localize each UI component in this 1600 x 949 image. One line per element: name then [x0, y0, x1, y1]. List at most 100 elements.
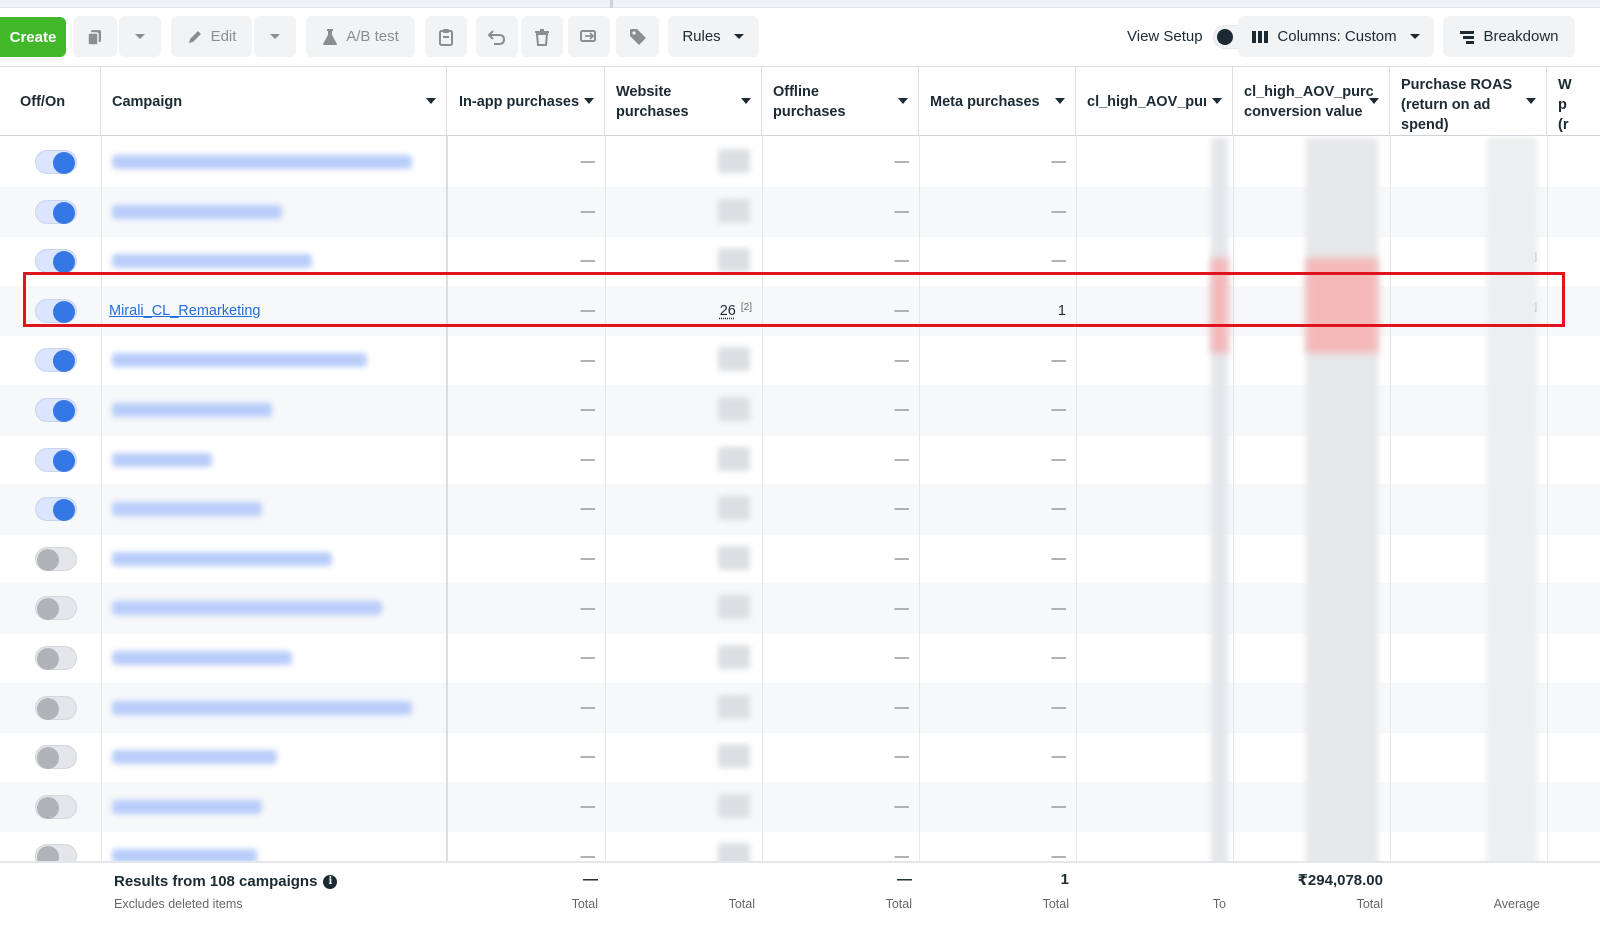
breakdown-icon [1460, 30, 1475, 44]
column-header-website-purchases[interactable]: Website purchases [605, 67, 762, 136]
blurred-campaign-link[interactable] [112, 700, 412, 715]
sort-caret-icon[interactable] [741, 98, 751, 104]
duplicate-button[interactable] [73, 16, 117, 57]
meta-cell: — [1051, 650, 1067, 667]
offline-cell: — [894, 699, 910, 716]
offline-cell: — [894, 551, 910, 568]
inapp-cell: — [580, 154, 596, 171]
blurred-campaign-link[interactable] [112, 601, 382, 616]
undo-button[interactable] [476, 16, 518, 57]
toggle-knob [37, 548, 59, 571]
meta-cell: — [1051, 600, 1067, 617]
chevron-down-icon [135, 33, 145, 39]
horizontal-scrollbar[interactable] [0, 0, 1600, 8]
blurred-campaign-link[interactable] [112, 254, 312, 269]
inapp-cell: — [580, 699, 596, 716]
blurred-value [718, 545, 750, 570]
blurred-campaign-link[interactable] [112, 651, 292, 665]
footer-website: Total [728, 897, 755, 911]
inapp-cell: — [580, 303, 596, 320]
campaign-toggle[interactable] [35, 695, 77, 720]
column-header-truncated[interactable]: W p (r [1547, 67, 1600, 136]
column-header-offline-purchases[interactable]: Offline purchases [762, 67, 919, 136]
edit-dropdown-button[interactable] [254, 16, 296, 57]
campaign-toggle[interactable] [35, 398, 77, 422]
info-icon[interactable]: i [323, 874, 338, 889]
blurred-campaign-link[interactable] [112, 353, 367, 368]
blurred-campaign-link[interactable] [112, 502, 262, 517]
blurred-campaign-link[interactable] [112, 155, 412, 169]
sort-caret-icon[interactable] [1526, 98, 1536, 104]
inapp-cell: — [580, 749, 596, 766]
campaign-toggle[interactable] [35, 596, 77, 621]
meta-cell: — [1051, 253, 1067, 270]
duplicate-dropdown-button[interactable] [119, 16, 161, 57]
sort-caret-icon[interactable] [584, 98, 594, 104]
duplicate-icon [87, 29, 101, 46]
inapp-cell: — [580, 203, 596, 220]
campaign-toggle[interactable] [35, 298, 77, 323]
view-setup: View Setup [1127, 16, 1255, 57]
offline-cell: — [894, 253, 910, 270]
column-header-inapp-purchases[interactable]: In-app purchases [448, 67, 605, 136]
campaign-toggle[interactable] [35, 646, 77, 670]
edit-label: Edit [210, 28, 237, 45]
rules-label: Rules [682, 28, 721, 45]
blurred-campaign-link[interactable] [112, 204, 282, 219]
campaign-toggle[interactable] [35, 447, 77, 472]
campaign-toggle[interactable] [35, 497, 77, 522]
offline-cell: — [894, 799, 910, 816]
campaign-toggle[interactable] [35, 745, 77, 770]
rules-button[interactable]: Rules [668, 16, 759, 57]
clipboard-button[interactable] [425, 16, 467, 57]
columns-button[interactable]: Columns: Custom [1238, 16, 1434, 57]
sort-caret-icon[interactable] [1212, 98, 1222, 104]
blurred-value [718, 496, 750, 521]
campaign-toggle[interactable] [35, 249, 77, 274]
create-button[interactable]: Create [0, 17, 66, 57]
blurred-campaign-link[interactable] [112, 551, 332, 566]
blurred-campaign-link[interactable] [112, 452, 212, 467]
column-header-purchase-roas[interactable]: Purchase ROAS (return on ad spend) [1390, 67, 1547, 136]
chevron-down-icon [733, 33, 744, 39]
chevron-down-icon [270, 33, 280, 39]
edit-button[interactable]: Edit [171, 16, 252, 57]
swap-icon [580, 29, 596, 42]
blurred-campaign-link[interactable] [112, 750, 277, 765]
campaign-toggle[interactable] [35, 150, 77, 174]
export-button[interactable] [568, 16, 610, 57]
breakdown-button[interactable]: Breakdown [1443, 16, 1575, 57]
clipboard-icon [439, 28, 453, 46]
campaign-link[interactable]: Mirali_CL_Remarketing [109, 303, 261, 319]
sort-caret-icon[interactable] [898, 98, 908, 104]
sort-caret-icon[interactable] [426, 98, 436, 104]
sort-caret-icon[interactable] [1055, 98, 1065, 104]
ab-test-button[interactable]: A/B test [306, 16, 415, 57]
blurred-campaign-link[interactable] [112, 403, 272, 417]
delete-button[interactable] [521, 16, 563, 57]
column-header-cl-high-aov[interactable]: cl_high_AOV_purc [1076, 67, 1233, 136]
footer-inapp: — Total [571, 871, 598, 911]
column-header-meta-purchases[interactable]: Meta purchases [919, 67, 1076, 136]
blurred-column [1487, 138, 1537, 868]
inapp-cell: — [580, 501, 596, 518]
toggle-knob [53, 350, 75, 373]
column-header-campaign[interactable]: Campaign [101, 67, 447, 136]
tag-button[interactable] [616, 16, 659, 57]
column-header-cl-high-aov-conversion-value[interactable]: cl_high_AOV_purc conversion value [1233, 67, 1390, 136]
trash-icon [535, 28, 549, 46]
inapp-cell: — [580, 799, 596, 816]
offline-cell: — [894, 600, 910, 617]
campaign-toggle[interactable] [35, 794, 77, 819]
blurred-campaign-link[interactable] [112, 799, 262, 814]
footer-aov: To [1212, 897, 1226, 911]
campaign-toggle[interactable] [35, 348, 77, 373]
offline-cell: — [894, 154, 910, 171]
campaign-toggle[interactable] [35, 546, 77, 571]
sort-caret-icon[interactable] [1369, 98, 1379, 104]
meta-cell: 1 [1057, 303, 1066, 320]
campaign-toggle[interactable] [35, 199, 77, 224]
chevron-down-icon [1409, 33, 1420, 39]
column-header-off-on[interactable]: Off/On [9, 67, 101, 136]
blurred-value [718, 793, 750, 818]
